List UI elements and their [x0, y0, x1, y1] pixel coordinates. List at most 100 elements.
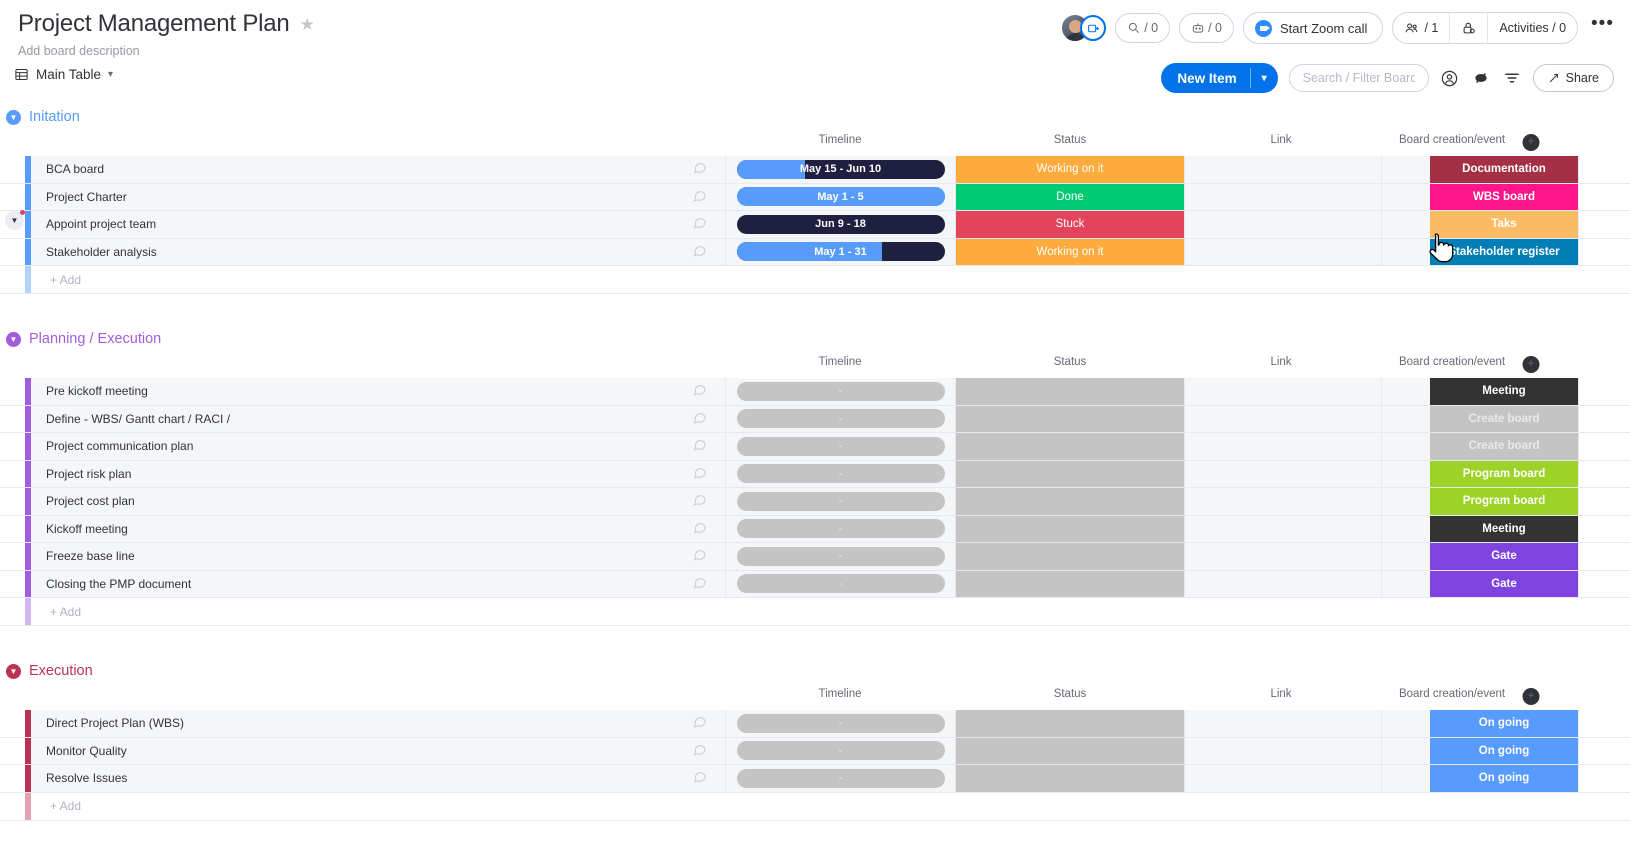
table-row[interactable]: Project risk plan-Program board [0, 461, 1630, 489]
table-row[interactable]: Project cost plan-Program board [0, 488, 1630, 516]
table-row[interactable]: Project communication plan-Create board [0, 433, 1630, 461]
table-row[interactable]: Define - WBS/ Gantt chart / RACI /-Creat… [0, 406, 1630, 434]
timeline-cell[interactable]: - [725, 378, 955, 405]
column-header-3[interactable]: Board creation/event [1399, 134, 1505, 146]
status-cell[interactable] [955, 765, 1184, 792]
column-header-0[interactable]: Timeline [818, 688, 861, 700]
activities-log[interactable]: Activities / 0 [1487, 13, 1577, 43]
group-collapse-icon[interactable]: ▼ [6, 664, 21, 679]
link-cell[interactable] [1184, 516, 1381, 543]
table-row[interactable]: BCA boardMay 15 - Jun 10Working on itDoc… [0, 156, 1630, 184]
timeline-empty[interactable]: - [737, 492, 945, 511]
chat-icon[interactable] [692, 492, 707, 510]
table-row[interactable]: Pre kickoff meeting- Meeting [0, 378, 1630, 406]
board-event-cell[interactable]: Stakeholder register [1381, 239, 1578, 266]
filter-icon[interactable] [1502, 68, 1522, 88]
timeline-cell[interactable]: - [725, 710, 955, 737]
add-item-row[interactable]: + Add [0, 793, 1630, 821]
new-item-chevron-down-icon[interactable]: ▾ [1251, 63, 1278, 93]
board-event-cell[interactable]: Create board [1381, 406, 1578, 433]
item-name-cell[interactable]: Stakeholder analysis [31, 239, 725, 266]
timeline-cell[interactable]: - [725, 433, 955, 460]
table-row[interactable]: Stakeholder analysis May 1 - 31 Working on… [0, 239, 1630, 267]
link-cell[interactable] [1184, 571, 1381, 598]
board-more-menu[interactable]: ••• [1587, 19, 1618, 37]
chat-icon[interactable] [692, 575, 707, 593]
board-event-cell[interactable]: Meeting [1381, 378, 1578, 405]
table-row[interactable]: Direct Project Plan (WBS)- On going [0, 710, 1630, 738]
status-cell[interactable]: Working on it [955, 156, 1184, 183]
status-cell[interactable]: Stuck [955, 211, 1184, 238]
add-column-button[interactable]: + [1523, 688, 1540, 705]
column-header-3[interactable]: Board creation/event [1399, 356, 1505, 368]
timeline-cell[interactable]: Jun 9 - 18 [725, 211, 955, 238]
new-item-button[interactable]: New Item ▾ [1161, 63, 1277, 93]
board-event-cell[interactable]: Taks [1381, 211, 1578, 238]
timeline-cell[interactable]: - [725, 406, 955, 433]
timeline-empty[interactable]: - [737, 437, 945, 456]
chat-icon[interactable] [692, 215, 707, 233]
timeline-bar[interactable]: Jun 9 - 18 [737, 215, 945, 234]
table-row[interactable]: Freeze base line-Gate [0, 543, 1630, 571]
table-row[interactable]: Closing the PMP document-Gate [0, 571, 1630, 599]
timeline-bar[interactable]: May 1 - 5 [737, 187, 945, 206]
status-cell[interactable] [955, 406, 1184, 433]
chevron-down-icon[interactable]: ▾ [108, 69, 113, 80]
timeline-empty[interactable]: - [737, 519, 945, 538]
table-row[interactable]: Kickoff meeting-Meeting [0, 516, 1630, 544]
timeline-cell[interactable]: May 15 - Jun 10 [725, 156, 955, 183]
chat-icon[interactable] [692, 382, 707, 400]
timeline-cell[interactable]: - [725, 738, 955, 765]
timeline-empty[interactable]: - [737, 714, 945, 733]
table-row[interactable]: ▼ Appoint project team Jun 9 - 18 Stuck Taks [0, 211, 1630, 239]
item-name-cell[interactable]: Kickoff meeting [31, 516, 725, 543]
add-column-button[interactable]: + [1523, 134, 1540, 151]
chat-icon[interactable] [692, 714, 707, 732]
chat-icon[interactable] [692, 520, 707, 538]
timeline-empty[interactable]: - [737, 547, 945, 566]
link-cell[interactable] [1184, 433, 1381, 460]
updates-counter[interactable]: / 0 [1115, 13, 1170, 43]
board-permissions-icon[interactable] [1449, 13, 1487, 43]
add-item-row[interactable]: + Add [0, 598, 1630, 626]
timeline-cell[interactable]: - [725, 571, 955, 598]
status-cell[interactable] [955, 571, 1184, 598]
star-icon[interactable]: ★ [300, 16, 315, 33]
group-collapse-icon[interactable]: ▼ [6, 110, 21, 125]
table-row[interactable]: Monitor Quality-On going [0, 738, 1630, 766]
item-name-cell[interactable]: Resolve Issues [31, 765, 725, 792]
members-counter[interactable]: / 1 [1393, 13, 1449, 43]
group-title[interactable]: Planning / Execution [29, 331, 161, 347]
table-row[interactable]: Project CharterMay 1 - 5DoneWBS board [0, 184, 1630, 212]
link-cell[interactable] [1184, 184, 1381, 211]
chat-icon[interactable] [692, 769, 707, 787]
item-name-cell[interactable]: Pre kickoff meeting [31, 378, 725, 405]
board-description[interactable]: Add board description [18, 44, 1630, 58]
timeline-empty[interactable]: - [737, 574, 945, 593]
row-menu-button[interactable]: ▼ [5, 211, 24, 230]
board-event-cell[interactable]: On going [1381, 710, 1578, 737]
chat-icon[interactable] [692, 188, 707, 206]
link-cell[interactable] [1184, 156, 1381, 183]
timeline-cell[interactable]: - [725, 543, 955, 570]
group-collapse-icon[interactable]: ▼ [6, 332, 21, 347]
status-cell[interactable]: Working on it [955, 239, 1184, 266]
timeline-cell[interactable]: - [725, 461, 955, 488]
timeline-bar[interactable]: May 1 - 31 [737, 242, 945, 261]
item-name-cell[interactable]: BCA board [31, 156, 725, 183]
chat-icon[interactable] [692, 437, 707, 455]
start-zoom-call-button[interactable]: Start Zoom call [1243, 12, 1383, 44]
chat-icon[interactable] [692, 410, 707, 428]
item-name-cell[interactable]: Appoint project team [31, 211, 725, 238]
board-event-cell[interactable]: On going [1381, 765, 1578, 792]
timeline-cell[interactable]: May 1 - 31 [725, 239, 955, 266]
table-row[interactable]: Resolve Issues-On going [0, 765, 1630, 793]
timeline-empty[interactable]: - [737, 409, 945, 428]
item-name-cell[interactable]: Direct Project Plan (WBS) [31, 710, 725, 737]
status-cell[interactable] [955, 461, 1184, 488]
board-event-cell[interactable]: Program board [1381, 461, 1578, 488]
chat-icon[interactable] [692, 742, 707, 760]
status-cell[interactable] [955, 710, 1184, 737]
chat-icon[interactable] [692, 465, 707, 483]
invite-member-icon[interactable] [1080, 15, 1106, 41]
